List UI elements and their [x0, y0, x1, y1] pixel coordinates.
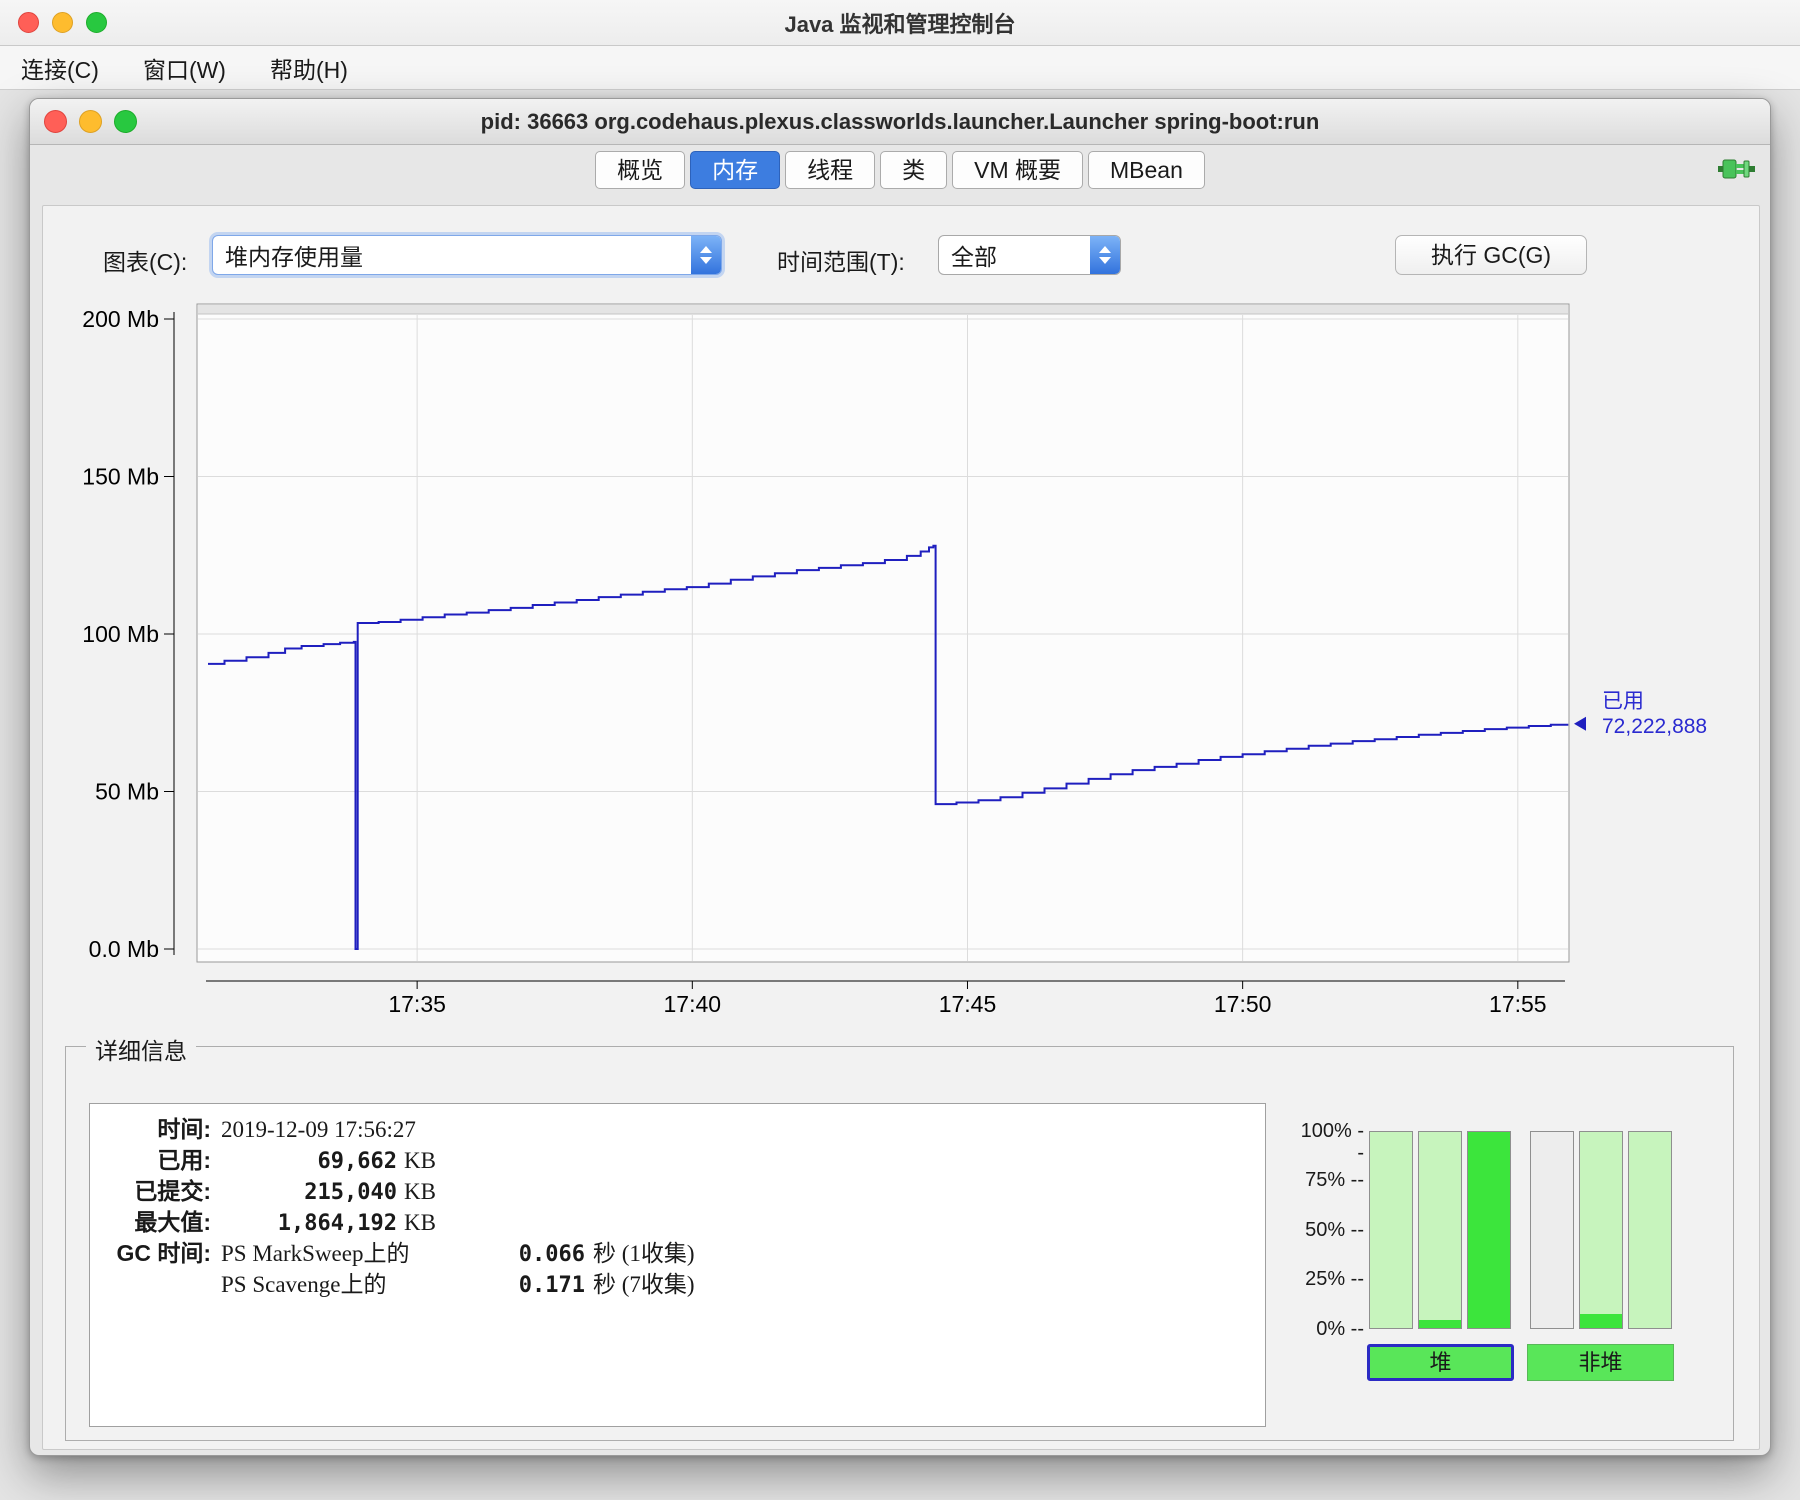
inner-titlebar: pid: 36663 org.codehaus.plexus.classworl… [30, 99, 1770, 145]
heap-button[interactable]: 堆 [1367, 1344, 1514, 1381]
svg-text:17:40: 17:40 [664, 991, 722, 1017]
details-legend: 详细信息 [86, 1032, 196, 1066]
gauge-scale-0: 0% -- [1316, 1318, 1364, 1340]
detail-row-gc-marksweep: GC 时间: PS MarkSweep上的 0.066 秒 (1收集) [116, 1240, 695, 1267]
gauge-scale-75: 75% -- [1305, 1169, 1364, 1191]
gauge-bar [1369, 1131, 1413, 1329]
time-range-select[interactable]: 全部 [938, 235, 1121, 275]
menubar: 连接(C) 窗口(W) 帮助(H) [0, 46, 1800, 90]
time-range-value: 全部 [951, 244, 997, 270]
menu-window[interactable]: 窗口(W) [143, 51, 226, 85]
time-range-label: 时间范围(T): [777, 249, 905, 275]
svg-text:0.0 Mb: 0.0 Mb [89, 936, 159, 962]
tab-classes[interactable]: 类 [880, 151, 948, 189]
svg-text:17:45: 17:45 [939, 991, 997, 1017]
connection-plug-icon [1718, 155, 1756, 188]
details-info-box: 时间: 2019-12-09 17:56:27 已用: 69,662 KB 已提… [89, 1103, 1266, 1427]
nonheap-button[interactable]: 非堆 [1527, 1344, 1674, 1381]
heap-usage-chart: 200 Mb 150 Mb 100 Mb 50 Mb 0.0 Mb 17:35 17:40 1… [82, 303, 1707, 1017]
tab-mbean[interactable]: MBean [1088, 151, 1205, 189]
memory-pool-gauges: 100% -- 75% -- 50% -- 25% -- 0% -- 堆 非堆 [1298, 1103, 1698, 1403]
gauge-bar [1467, 1131, 1511, 1329]
chart-select-value: 堆内存使用量 [225, 244, 363, 270]
svg-text:50 Mb: 50 Mb [95, 779, 159, 805]
connection-window: pid: 36663 org.codehaus.plexus.classworl… [29, 98, 1771, 1456]
gauge-bar [1530, 1131, 1574, 1329]
tabbar: 概览 内存 线程 类 VM 概要 MBean [30, 151, 1770, 191]
detail-row-committed: 已提交: 215,040 KB [134, 1178, 436, 1205]
detail-row-gc-scavenge: PS Scavenge上的 0.171 秒 (7收集) [221, 1272, 695, 1298]
time-range-stepper-icon [1090, 236, 1120, 274]
svg-text:200 Mb: 200 Mb [82, 306, 159, 332]
perform-gc-button[interactable]: 执行 GC(G) [1395, 235, 1587, 275]
menu-help[interactable]: 帮助(H) [270, 51, 348, 85]
gauge-bar [1579, 1131, 1623, 1329]
detail-row-used: 已用: 69,662 KB [157, 1147, 436, 1174]
gauge-scale-100: 100% -- [1300, 1120, 1364, 1164]
detail-row-time: 时间: 2019-12-09 17:56:27 [157, 1116, 416, 1142]
tab-vm-summary[interactable]: VM 概要 [952, 151, 1083, 189]
details-group: 详细信息 时间: 2019-12-09 17:56:27 已用: 69,662 … [65, 1032, 1734, 1441]
outer-titlebar: Java 监视和管理控制台 [0, 0, 1800, 46]
chart-select-stepper-icon [691, 236, 721, 274]
gauge-bar [1628, 1131, 1672, 1329]
connection-title: pid: 36663 org.codehaus.plexus.classworl… [480, 108, 1320, 134]
svg-text:72,222,888: 72,222,888 [1602, 715, 1707, 738]
detail-row-max: 最大值: 1,864,192 KB [134, 1209, 436, 1236]
svg-text:已用: 已用 [1602, 690, 1644, 713]
gauge-scale-50: 50% -- [1305, 1219, 1364, 1241]
gauge-scale-25: 25% -- [1305, 1268, 1364, 1290]
menu-connect[interactable]: 连接(C) [21, 51, 99, 85]
chart-select-label: 图表(C): [103, 249, 188, 275]
tab-threads[interactable]: 线程 [785, 151, 876, 189]
tab-memory[interactable]: 内存 [690, 151, 781, 189]
tab-overview[interactable]: 概览 [595, 151, 686, 189]
svg-text:17:50: 17:50 [1214, 991, 1272, 1017]
gauge-bar [1418, 1131, 1462, 1329]
svg-text:17:35: 17:35 [388, 991, 446, 1017]
svg-text:17:55: 17:55 [1489, 991, 1547, 1017]
app-title: Java 监视和管理控制台 [784, 11, 1016, 37]
chart-select[interactable]: 堆内存使用量 [212, 235, 722, 275]
svg-text:100 Mb: 100 Mb [82, 621, 159, 647]
memory-panel: 图表(C): 堆内存使用量 时间范围(T): 全部 执行 GC(G) 200 M… [42, 205, 1760, 1450]
svg-text:150 Mb: 150 Mb [82, 464, 159, 490]
